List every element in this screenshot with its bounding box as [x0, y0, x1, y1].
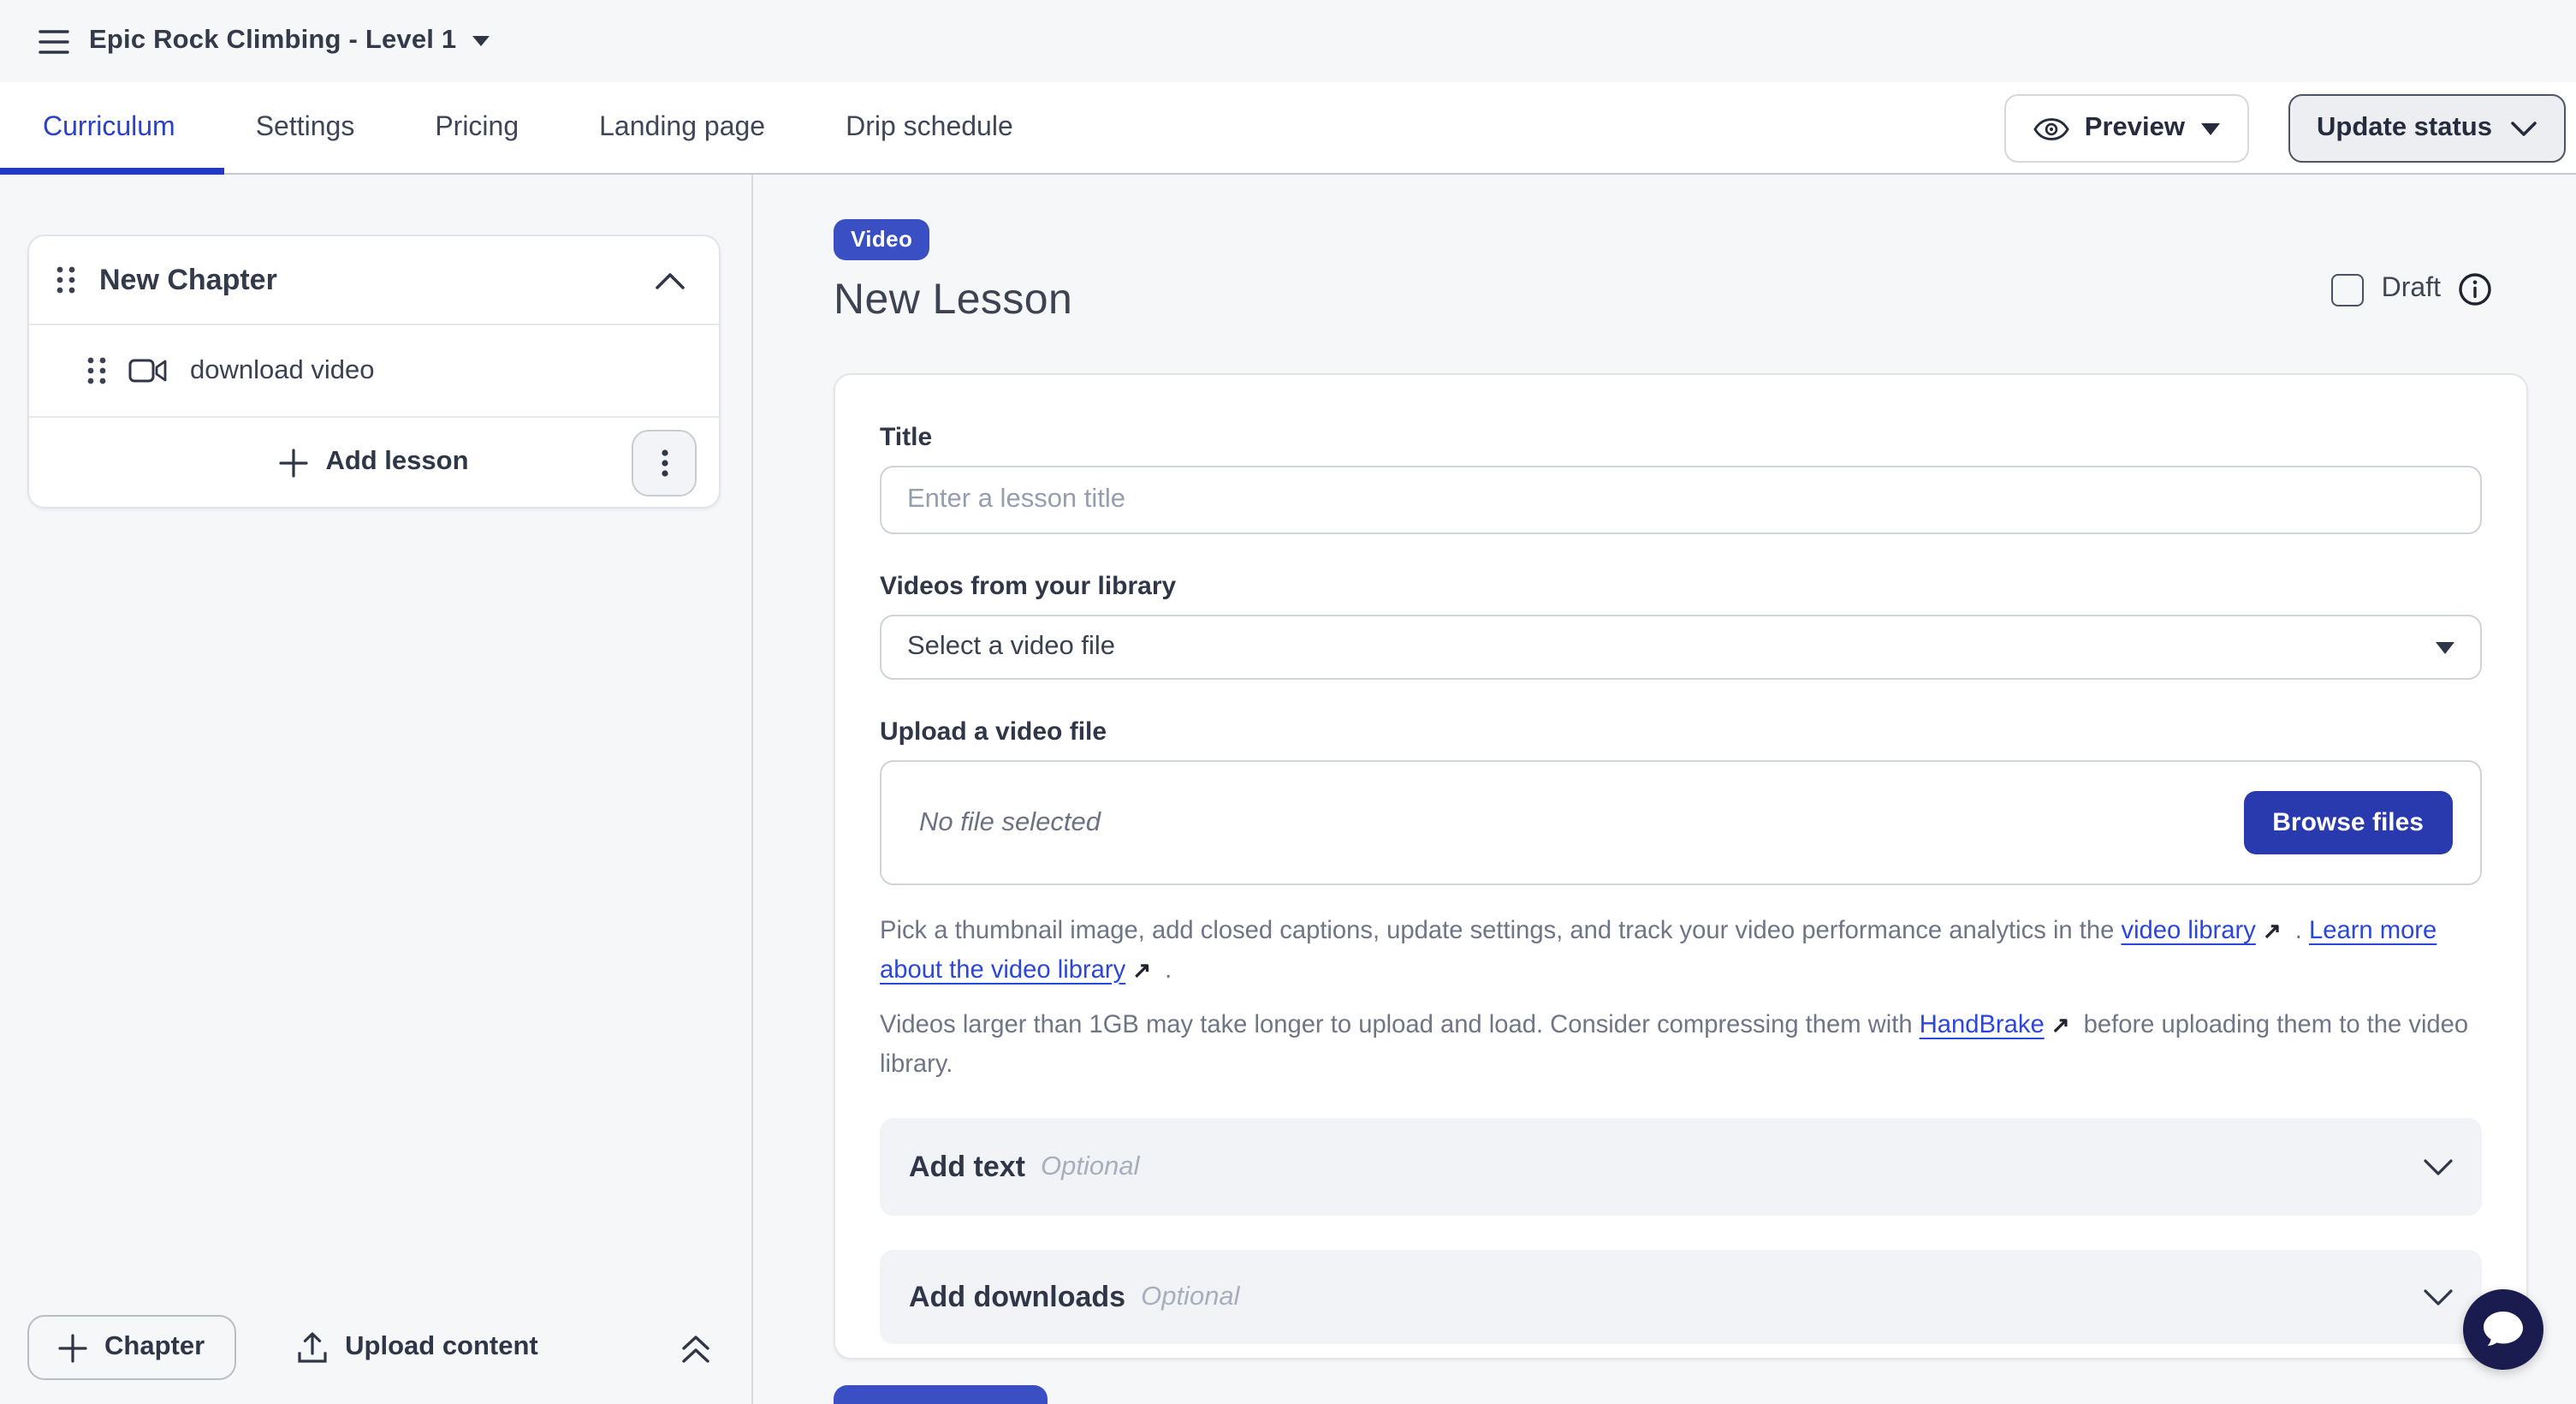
lesson-type-badge: Video [834, 219, 929, 260]
chapter-menu-button[interactable] [632, 430, 697, 497]
chevron-down-icon [2424, 1288, 2453, 1306]
hamburger-menu-icon[interactable] [27, 15, 79, 67]
tab-pricing[interactable]: Pricing [435, 82, 519, 173]
title-label: Title [880, 423, 2482, 452]
no-file-text: No file selected [919, 807, 1101, 838]
chevron-down-icon [2511, 121, 2537, 136]
tab-drip-schedule[interactable]: Drip schedule [846, 82, 1013, 173]
help-text: . [1158, 956, 1172, 984]
lesson-row[interactable]: download video [29, 324, 719, 416]
update-status-button[interactable]: Update status [2288, 94, 2566, 163]
library-label: Videos from your library [880, 572, 2482, 601]
lesson-heading: New Lesson [834, 276, 2576, 325]
upload-icon [295, 1331, 328, 1364]
library-selected-value: Select a video file [907, 632, 1115, 663]
tab-curriculum[interactable]: Curriculum [43, 82, 175, 173]
browse-files-button[interactable]: Browse files [2243, 791, 2453, 854]
chevron-down-icon [2424, 1158, 2453, 1175]
external-link-icon: ↗ [1132, 951, 1151, 990]
plus-icon [279, 448, 308, 477]
video-library-help: Pick a thumbnail image, add closed capti… [880, 913, 2482, 990]
external-link-icon: ↗ [2051, 1007, 2070, 1045]
top-bar: Epic Rock Climbing - Level 1 [0, 0, 2576, 82]
chapter-title: New Chapter [99, 263, 277, 297]
add-downloads-optional: Optional [1141, 1282, 1239, 1312]
lesson-form-card: Title Videos from your library Select a … [834, 373, 2528, 1359]
content-area: New Chapter download video [0, 175, 2576, 1404]
drag-handle-icon[interactable] [87, 356, 106, 385]
sidebar-footer: Chapter Upload content [27, 1315, 717, 1380]
collapse-all-button[interactable] [674, 1328, 717, 1367]
draft-label: Draft [2382, 274, 2441, 305]
help-text: Videos larger than 1GB may take longer t… [880, 1012, 1920, 1039]
caret-down-icon [2436, 641, 2454, 653]
external-link-icon: ↗ [2263, 913, 2282, 951]
add-lesson-button[interactable]: Add lesson [269, 445, 478, 479]
add-downloads-section[interactable]: Add downloads Optional [880, 1250, 2482, 1344]
lesson-item-title: download video [190, 355, 374, 386]
add-downloads-label: Add downloads [909, 1280, 1125, 1314]
tab-landing-page[interactable]: Landing page [599, 82, 765, 173]
handbrake-link[interactable]: HandBrake [1920, 1012, 2045, 1039]
video-library-link[interactable]: video library [2121, 918, 2255, 945]
chapter-header[interactable]: New Chapter [29, 236, 719, 324]
draft-control: Draft [2332, 272, 2492, 306]
caret-down-icon [2200, 122, 2219, 134]
help-text: . [2288, 918, 2309, 945]
app-window: Epic Rock Climbing - Level 1 Curriculum … [0, 0, 2576, 1404]
add-chapter-label: Chapter [104, 1332, 205, 1363]
add-text-section[interactable]: Add text Optional [880, 1118, 2482, 1216]
help-text: Pick a thumbnail image, add closed capti… [880, 918, 2121, 945]
header-actions: Preview Update status [2004, 94, 2566, 163]
add-chapter-button[interactable]: Chapter [27, 1315, 235, 1380]
plus-icon [58, 1333, 87, 1362]
curriculum-sidebar: New Chapter download video [0, 175, 753, 1404]
add-text-label: Add text [909, 1150, 1025, 1184]
save-lesson-button[interactable]: Save lesson [834, 1385, 1047, 1404]
active-tab-indicator [0, 168, 224, 175]
lesson-title-input[interactable] [880, 466, 2482, 534]
chapter-card: New Chapter download video [27, 235, 721, 509]
file-dropzone[interactable]: No file selected Browse files [880, 760, 2482, 885]
add-lesson-row: Add lesson [29, 416, 719, 507]
caret-down-icon [472, 36, 489, 46]
drag-handle-icon[interactable] [56, 265, 75, 294]
add-text-optional: Optional [1041, 1151, 1139, 1182]
chat-bubble-icon [2482, 1310, 2525, 1349]
course-title-dropdown[interactable]: Epic Rock Climbing - Level 1 [89, 26, 489, 57]
draft-checkbox[interactable] [2332, 273, 2365, 306]
info-icon[interactable] [2458, 272, 2492, 306]
tab-bar: Curriculum Settings Pricing Landing page… [0, 82, 2576, 175]
video-camera-icon [128, 358, 168, 384]
course-title: Epic Rock Climbing - Level 1 [89, 26, 456, 57]
update-status-label: Update status [2317, 113, 2492, 144]
video-library-select[interactable]: Select a video file [880, 615, 2482, 680]
upload-content-button[interactable]: Upload content [285, 1330, 549, 1365]
tab-settings[interactable]: Settings [256, 82, 355, 173]
lesson-editor: Video New Lesson Draft Title Videos from… [753, 175, 2576, 1404]
preview-button[interactable]: Preview [2004, 94, 2248, 163]
upload-label: Upload a video file [880, 717, 2482, 747]
collapse-chapter-button[interactable] [649, 265, 691, 295]
eye-icon [2033, 116, 2069, 141]
preview-label: Preview [2085, 113, 2185, 144]
chat-launcher-button[interactable] [2463, 1289, 2543, 1370]
add-lesson-label: Add lesson [325, 447, 468, 478]
compression-help: Videos larger than 1GB may take longer t… [880, 1007, 2482, 1084]
tabs: Curriculum Settings Pricing Landing page… [43, 82, 1013, 173]
upload-content-label: Upload content [345, 1332, 538, 1363]
